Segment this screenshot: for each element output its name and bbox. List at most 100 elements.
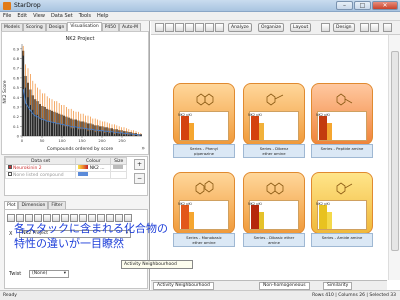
stack-card[interactable]: NK2 pKi Series - Dibasic ether amine	[243, 172, 305, 248]
design-button[interactable]: Design	[333, 23, 355, 32]
card-caption: Series - Phenyl piperazine	[173, 144, 235, 158]
list-view-icon[interactable]	[205, 23, 214, 32]
dataset-side-buttons: + −	[134, 159, 145, 184]
colour-swatch[interactable]	[78, 172, 89, 176]
tab-activity-neighbourhood[interactable]: Activity Neighbourhood	[153, 282, 214, 290]
minimize-button[interactable]: –	[336, 1, 353, 10]
x-tick-label: 100	[58, 138, 66, 143]
analyze-button[interactable]: Analyze	[228, 23, 252, 32]
pin-icon[interactable]	[370, 23, 379, 32]
tab-visualisation[interactable]: Visualisation	[67, 22, 102, 31]
x-tick-label: 250	[118, 138, 126, 143]
dataset-name: Neurokinin 2	[13, 166, 42, 171]
zoom-icon[interactable]	[185, 23, 194, 32]
menu-edit[interactable]: Edit	[14, 12, 30, 20]
x-tick-label: 200	[98, 138, 106, 143]
menu-file[interactable]: File	[0, 12, 14, 20]
annotation-line-1: 各スタックに含まれる化合物の	[14, 222, 168, 235]
molecule-structure	[196, 93, 214, 106]
dock-icon[interactable]	[360, 23, 369, 32]
menu-tools[interactable]: Tools	[76, 12, 94, 20]
tab-filter[interactable]: Filter	[48, 201, 66, 209]
row-checkbox[interactable]	[8, 172, 12, 176]
status-counts: Rows 410 | Columns 26 | Selected 33	[312, 293, 396, 298]
tab-design[interactable]: Design	[45, 23, 68, 31]
lower-tab-strip: Plot Dimension Filter	[4, 201, 66, 209]
scrollbar-thumb[interactable]	[391, 51, 399, 251]
menu-data-set[interactable]: Data Set	[48, 12, 76, 20]
chart-xlabel: Compounds ordered by score	[47, 146, 113, 152]
tab-plot[interactable]: Plot	[4, 201, 19, 209]
x-axis-label: X	[9, 231, 13, 237]
tab-non-homogeneous[interactable]: Non-homogeneous	[259, 282, 310, 290]
row-checkbox[interactable]	[8, 165, 12, 169]
score-chart: NK2 Project Compounds ordered by score N…	[2, 36, 142, 152]
col-header-colour[interactable]: Colour	[75, 157, 112, 165]
forward-icon[interactable]	[165, 23, 174, 32]
grid-view-icon[interactable]	[195, 23, 204, 32]
y-tick-label: 0.2	[13, 114, 20, 119]
card-badge: NK2 pKi	[316, 202, 330, 206]
tab-scoring[interactable]: Scoring	[22, 23, 46, 31]
maximize-button[interactable]: □	[354, 1, 371, 10]
stack-card[interactable]: NK2 pKi Series - Phenyl piperazine	[173, 83, 235, 159]
close-button[interactable]: ✕	[372, 1, 398, 10]
molecule-structure	[336, 93, 353, 106]
x-tick-label: 0	[21, 138, 24, 143]
status-ready: Ready	[3, 293, 17, 298]
y-tick-label: 0.5	[13, 85, 20, 90]
bottom-tab-strip: Activity Neighbourhood Non-homogeneous S…	[151, 280, 387, 290]
twist-select[interactable]: (None) ▾	[29, 270, 69, 278]
stack-card[interactable]: NK2 pKi Series - Dibenz ether amine	[243, 83, 305, 159]
close-panel-icon[interactable]	[383, 23, 392, 32]
stack-card[interactable]: NK2 pKi Series - Peptide amine	[311, 83, 373, 159]
vertical-scrollbar[interactable]	[388, 35, 400, 280]
layout-button[interactable]: Layout	[290, 23, 312, 32]
table-row[interactable]: Neurokinin 2 NK2 ...	[4, 164, 127, 172]
stack-card[interactable]: NK2 pKi Series - Amide amine	[311, 172, 373, 248]
window-title: StarDrop	[14, 2, 41, 9]
col-header-size[interactable]: Size	[110, 157, 127, 165]
table-row[interactable]: None listed compound	[4, 171, 127, 179]
col-header-dataset[interactable]: Data set	[4, 157, 77, 165]
y-tick-label: 0.8	[13, 56, 20, 61]
menu-view[interactable]: View	[30, 12, 48, 20]
settings-icon[interactable]	[321, 23, 330, 32]
tab-dimension[interactable]: Dimension	[18, 201, 49, 209]
y-tick-label: 0.1	[13, 124, 20, 129]
y-tick-label: 0.4	[13, 95, 20, 100]
tooltip: Activity Neighbourhood	[121, 260, 193, 269]
title-bar: StarDrop – □ ✕	[0, 0, 400, 12]
card-caption: Series - Dibenz ether amine	[243, 144, 305, 158]
size-swatch[interactable]	[113, 165, 124, 169]
add-dataset-button[interactable]: +	[134, 159, 145, 170]
annotation-line-2: 特性の違いが一目瞭然	[14, 237, 124, 250]
tab-auto-m[interactable]: Auto-M	[119, 23, 142, 31]
back-icon[interactable]	[155, 23, 164, 32]
tab-similarity[interactable]: Similarity	[323, 282, 353, 290]
y-tick-label: 0	[17, 134, 20, 139]
menu-help[interactable]: Help	[94, 12, 111, 20]
card-badge: NK2 pKi	[178, 113, 192, 117]
refresh-icon[interactable]	[215, 23, 224, 32]
home-icon[interactable]	[175, 23, 184, 32]
x-tick-label: 150	[78, 138, 86, 143]
card-caption: Series - Peptide amine	[311, 144, 373, 158]
remove-dataset-button[interactable]: −	[134, 173, 145, 184]
organize-button[interactable]: Organize	[258, 23, 285, 32]
chart-ylabel: NK2 Score	[2, 80, 8, 103]
tab-p450[interactable]: P450	[101, 23, 120, 31]
annotation-text: 各スタックに含まれる化合物の 特性の違いが一目瞭然	[14, 221, 219, 251]
twist-label: Twist	[9, 271, 22, 277]
score-chart-panel: NK2 Project Compounds ordered by score N…	[1, 31, 149, 155]
y-tick-label: 0.9	[13, 46, 20, 51]
tab-models[interactable]: Models	[1, 23, 23, 31]
y-tick-label: 0.3	[13, 104, 20, 109]
expand-chart-icon[interactable]: »	[141, 145, 145, 152]
chevron-down-icon: ▾	[63, 271, 66, 276]
x-tick-label: 50	[40, 138, 45, 143]
chart-title: NK2 Project	[66, 36, 95, 42]
chart-plot-area: 0 0.1 0.2 0.3 0.4 0.5 0.6 0.7 0.8 0.9 0 50 100 150 200…	[13, 44, 142, 143]
colour-swatch[interactable]	[78, 165, 89, 169]
card-badge: NK2 pKi	[248, 202, 262, 206]
